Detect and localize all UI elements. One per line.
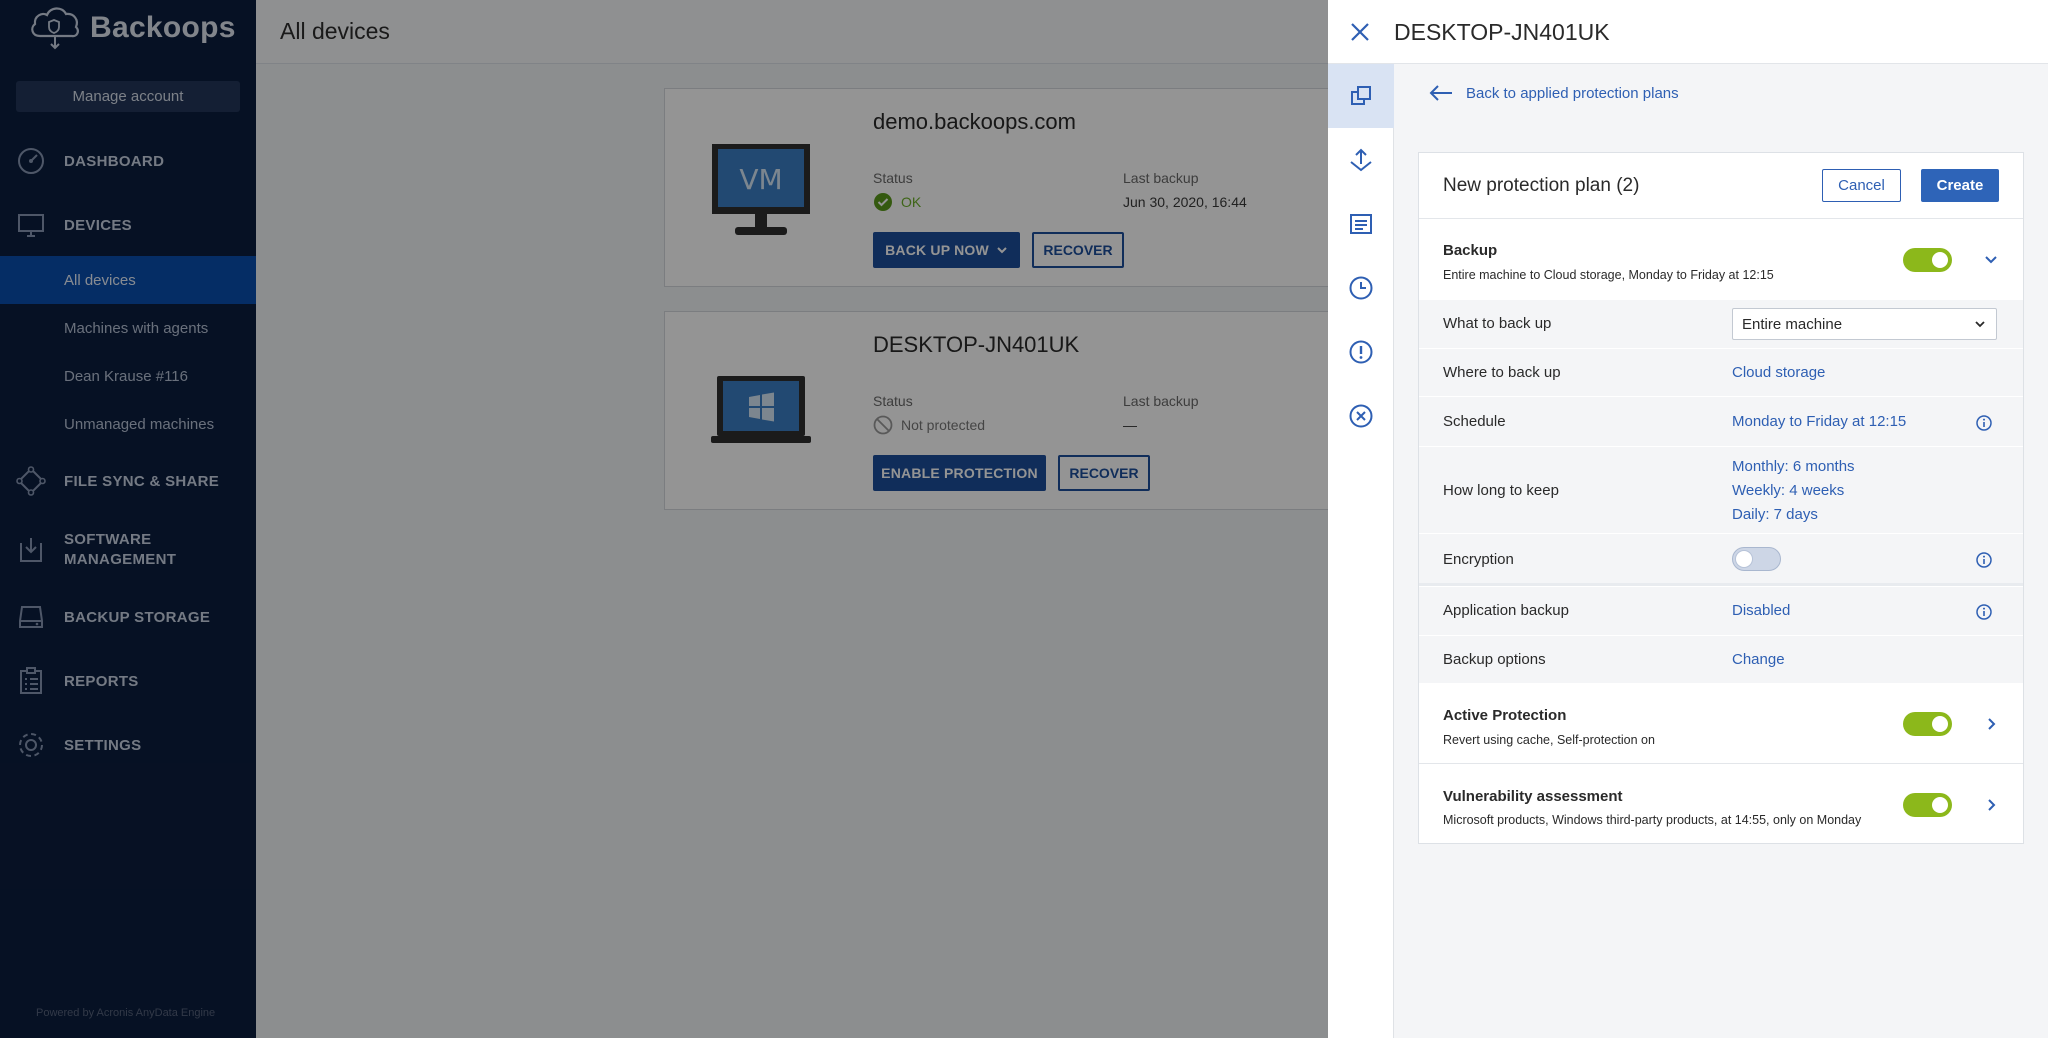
chevron-right-icon[interactable] <box>1984 797 2000 813</box>
recovery-icon <box>1350 148 1372 172</box>
backup-options-change-link[interactable]: Change <box>1732 651 1785 668</box>
encryption-toggle[interactable] <box>1732 547 1781 571</box>
protection-plans-icon <box>1351 86 1371 105</box>
schedule-link[interactable]: Monday to Friday at 12:15 <box>1732 413 1906 430</box>
schedule-label: Schedule <box>1443 413 1506 430</box>
vulnerability-summary: Microsoft products, Windows third-party … <box>1443 813 1862 827</box>
what-to-back-up-select[interactable]: Entire machine <box>1732 308 1997 340</box>
retention-label: How long to keep <box>1443 482 1559 499</box>
back-to-plans-link[interactable]: Back to applied protection plans <box>1428 84 1679 102</box>
where-to-back-up-label: Where to back up <box>1443 364 1561 381</box>
arrow-left-icon <box>1429 85 1452 101</box>
vulnerability-toggle[interactable] <box>1903 793 1952 817</box>
create-button[interactable]: Create <box>1921 169 1999 202</box>
circle-x-icon <box>1349 404 1373 428</box>
active-protection-module[interactable]: Active Protection Revert using cache, Se… <box>1419 683 2023 764</box>
active-protection-summary: Revert using cache, Self-protection on <box>1443 733 1655 747</box>
vulnerability-title: Vulnerability assessment <box>1443 788 1623 805</box>
panel-tab-rail <box>1328 64 1394 1038</box>
back-link-label: Back to applied protection plans <box>1466 84 1679 102</box>
retention-daily-link[interactable]: Daily: 7 days <box>1732 506 1818 523</box>
application-backup-link[interactable]: Disabled <box>1732 602 1790 619</box>
info-icon[interactable] <box>1976 415 1992 431</box>
tab-protection-plans[interactable] <box>1328 64 1394 128</box>
retention-row: How long to keep Monthly: 6 months Weekl… <box>1419 446 2023 533</box>
vulnerability-assessment-module[interactable]: Vulnerability assessment Microsoft produ… <box>1419 764 2023 843</box>
schedule-row: Schedule Monday to Friday at 12:15 <box>1419 396 2023 446</box>
alert-icon <box>1349 340 1373 364</box>
active-protection-title: Active Protection <box>1443 707 1567 724</box>
backup-options-row: Backup options Change <box>1419 635 2023 683</box>
backup-module-title: Backup <box>1443 242 1498 259</box>
details-icon <box>1350 214 1372 234</box>
protection-plan-card: New protection plan (2) Cancel Create Ba… <box>1418 152 2024 844</box>
close-icon[interactable] <box>1346 18 1374 46</box>
clock-icon <box>1349 276 1373 300</box>
tab-details[interactable] <box>1328 192 1394 256</box>
chevron-down-icon <box>1975 321 1985 328</box>
info-icon[interactable] <box>1976 552 1992 568</box>
encryption-label: Encryption <box>1443 551 1514 568</box>
tab-alerts[interactable] <box>1328 320 1394 384</box>
info-icon[interactable] <box>1976 604 1992 620</box>
backup-toggle[interactable] <box>1903 248 1952 272</box>
backup-module[interactable]: Backup Entire machine to Cloud storage, … <box>1419 219 2023 299</box>
plan-header: New protection plan (2) Cancel Create <box>1419 153 2023 219</box>
cancel-button[interactable]: Cancel <box>1822 169 1901 202</box>
retention-weekly-link[interactable]: Weekly: 4 weeks <box>1732 482 1844 499</box>
tab-activities[interactable] <box>1328 256 1394 320</box>
chevron-down-icon[interactable] <box>1983 252 1999 268</box>
plan-title[interactable]: New protection plan (2) <box>1443 175 1639 197</box>
backup-options-label: Backup options <box>1443 651 1546 668</box>
what-to-back-up-value: Entire machine <box>1742 315 1843 333</box>
backup-module-summary: Entire machine to Cloud storage, Monday … <box>1443 268 1774 282</box>
where-to-back-up-link[interactable]: Cloud storage <box>1732 364 1825 381</box>
panel-title: DESKTOP-JN401UK <box>1394 19 1610 45</box>
panel-header: DESKTOP-JN401UK <box>1328 0 2048 64</box>
application-backup-label: Application backup <box>1443 602 1569 619</box>
encryption-row: Encryption <box>1419 533 2023 583</box>
retention-monthly-link[interactable]: Monthly: 6 months <box>1732 458 1855 475</box>
where-to-back-up-row: Where to back up Cloud storage <box>1419 348 2023 396</box>
active-protection-toggle[interactable] <box>1903 712 1952 736</box>
device-details-panel: DESKTOP-JN401UK Back to applied protecti… <box>1328 0 2048 1038</box>
what-to-back-up-label: What to back up <box>1443 315 1552 332</box>
tab-recovery[interactable] <box>1328 128 1394 192</box>
modal-overlay[interactable] <box>0 0 1328 1038</box>
what-to-back-up-row: What to back up Entire machine <box>1419 299 2023 348</box>
tab-delete[interactable] <box>1328 384 1394 448</box>
chevron-right-icon[interactable] <box>1984 716 2000 732</box>
application-backup-row: Application backup Disabled <box>1419 586 2023 635</box>
